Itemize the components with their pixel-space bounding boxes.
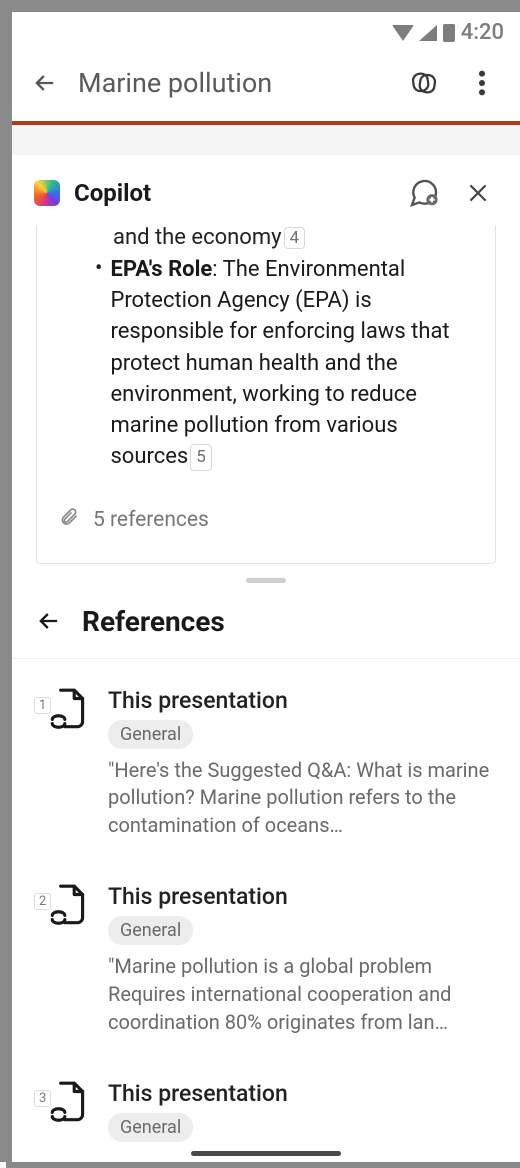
back-button[interactable] [30, 68, 60, 98]
citation-badge[interactable]: 5 [190, 444, 212, 470]
status-bar: 4:20 [12, 12, 520, 49]
response-truncated-line: and the economy4 [57, 225, 475, 250]
references-heading: References [82, 605, 225, 638]
copilot-header-icon[interactable] [404, 63, 444, 103]
document-link-icon [48, 883, 90, 933]
citation-badge[interactable]: 4 [284, 227, 306, 249]
reference-badge: General [108, 916, 193, 945]
wifi-icon [393, 25, 413, 41]
battery-icon [443, 24, 455, 42]
reference-title: This presentation [108, 687, 496, 714]
references-count-label: 5 references [93, 508, 209, 532]
clock: 4:20 [461, 20, 504, 45]
references-panel: References 1 This presentation General "… [12, 591, 520, 1162]
reference-snippet: "Here's the Suggested Q&A: What is marin… [108, 757, 496, 840]
signal-icon [419, 25, 437, 41]
references-back-button[interactable] [34, 606, 64, 636]
reference-item[interactable]: 3 This presentation General [36, 1080, 496, 1150]
reference-item[interactable]: 2 This presentation General "Marine poll… [36, 883, 496, 1036]
reference-title: This presentation [108, 883, 496, 910]
new-chat-button[interactable] [404, 173, 444, 213]
response-bullet: EPA's Role: The Environmental Protection… [110, 254, 469, 473]
sheet-drag-handle[interactable] [12, 564, 520, 591]
document-link-icon [48, 687, 90, 737]
copilot-panel: Copilot and the economy4 • EPA's Role: T… [12, 155, 520, 591]
references-summary[interactable]: 5 references [57, 473, 475, 533]
reference-badge: General [108, 1113, 193, 1142]
reference-item[interactable]: 1 This presentation General "Here's the … [36, 687, 496, 840]
more-options-button[interactable] [462, 63, 502, 103]
reference-title: This presentation [108, 1080, 496, 1107]
page-title: Marine pollution [78, 67, 386, 99]
bullet-icon: • [95, 258, 102, 473]
copilot-logo-icon [34, 180, 60, 206]
android-nav-handle[interactable] [191, 1151, 341, 1156]
spacer [12, 125, 520, 155]
copilot-response-card: and the economy4 • EPA's Role: The Envir… [36, 225, 496, 564]
paperclip-icon [59, 507, 79, 533]
app-bar: Marine pollution [12, 49, 520, 121]
document-link-icon [48, 1080, 90, 1130]
reference-badge: General [108, 720, 193, 749]
reference-snippet: "Marine pollution is a global problem Re… [108, 953, 496, 1036]
close-button[interactable] [458, 173, 498, 213]
copilot-title: Copilot [74, 179, 390, 207]
